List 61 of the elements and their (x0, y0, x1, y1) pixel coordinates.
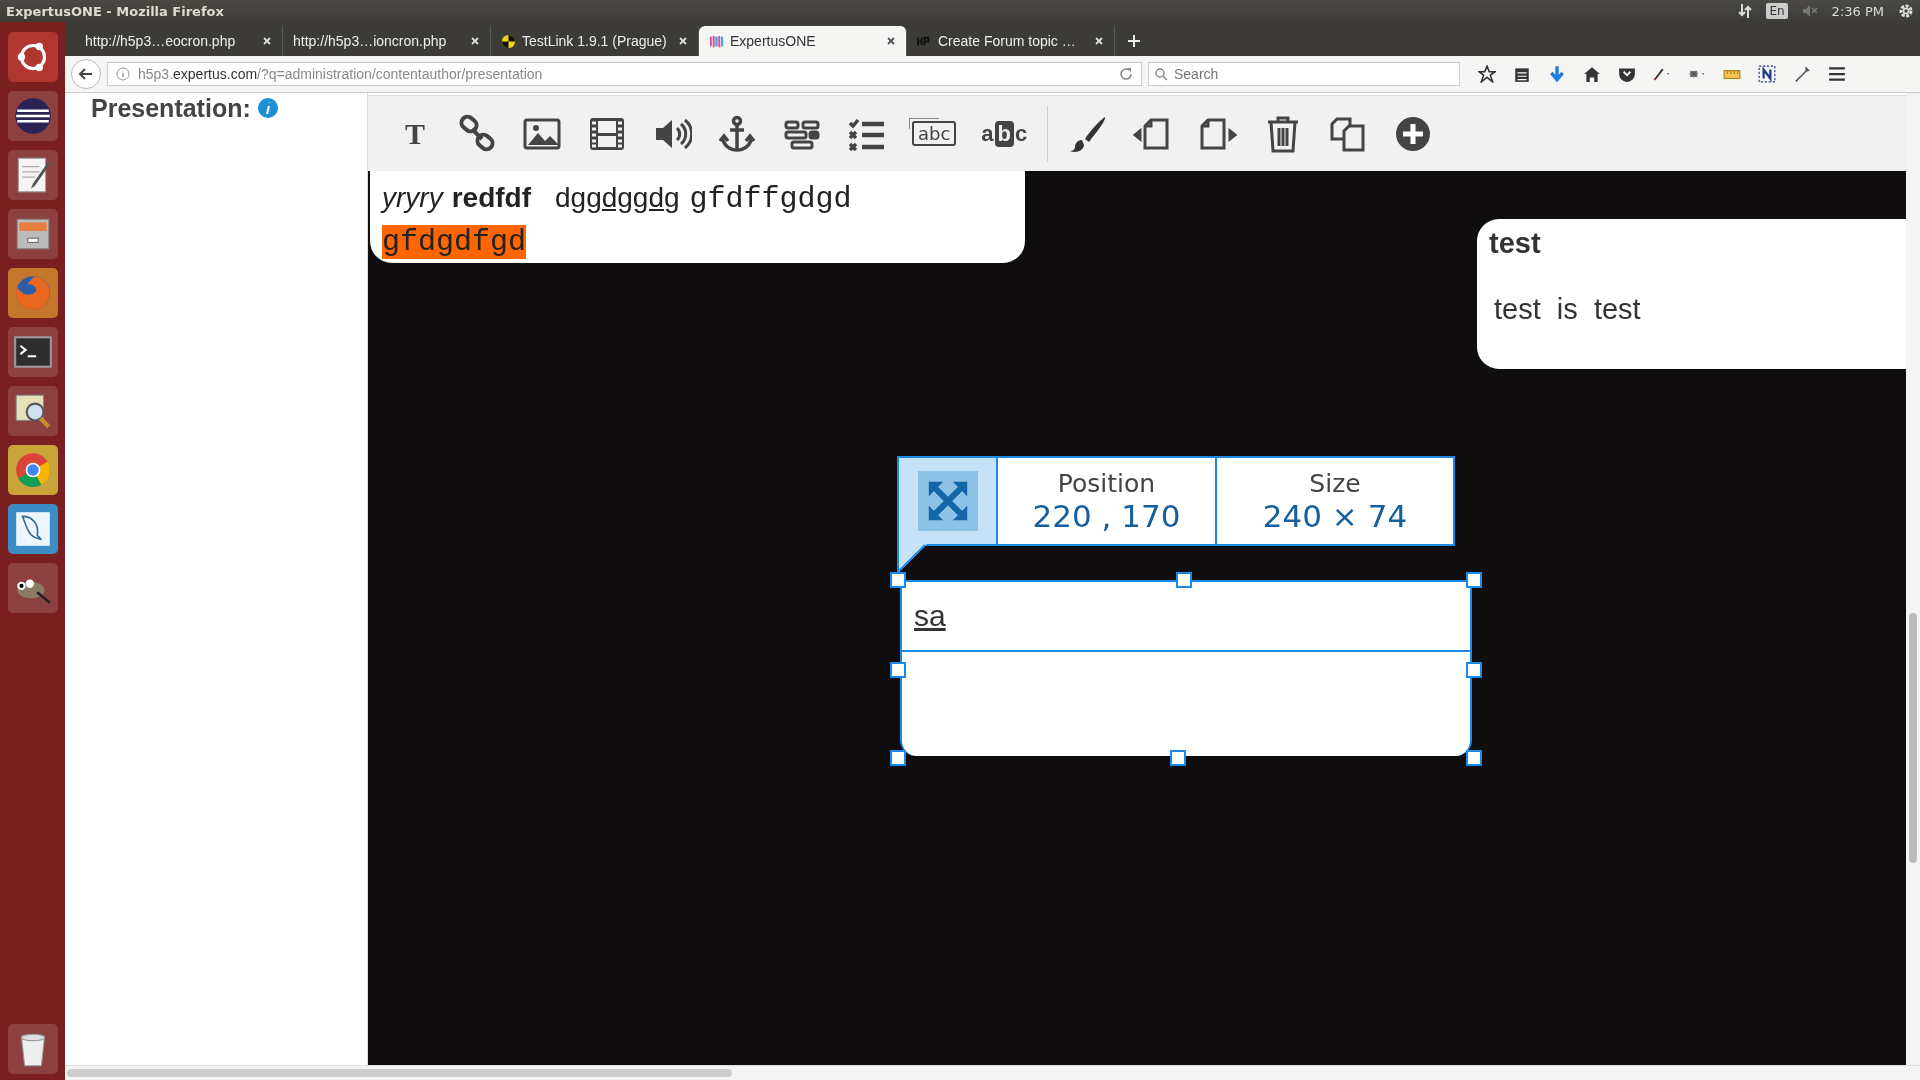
close-icon[interactable] (886, 36, 896, 46)
resize-handle[interactable] (1466, 572, 1482, 588)
dropper-icon[interactable] (1793, 65, 1811, 83)
magnifier-icon[interactable] (7, 386, 58, 436)
text-content: yryry redfdf dggdggdg gfdffgdgd gfdgdfgd (382, 181, 853, 261)
page-title: Presentation: (91, 93, 251, 123)
search-field[interactable]: Search (1148, 62, 1460, 86)
element-text: sa (914, 599, 946, 633)
drawer-icon[interactable] (7, 209, 58, 259)
reload-icon[interactable] (1119, 67, 1133, 81)
resize-handle[interactable] (1170, 750, 1186, 766)
resize-handle[interactable] (1466, 662, 1482, 678)
resize-handle[interactable] (1176, 572, 1192, 588)
resize-handle[interactable] (890, 662, 906, 678)
notepad-icon[interactable] (7, 150, 58, 200)
bars-icon (709, 33, 724, 49)
text-input-area[interactable]: sa (900, 580, 1472, 652)
menu-icon[interactable] (1828, 65, 1846, 83)
resize-handle[interactable] (890, 750, 906, 766)
disc-icon (501, 33, 516, 49)
note-text: test is test (1493, 293, 1642, 326)
position-value: 220 , 170 (1032, 497, 1181, 534)
note-title: test (1489, 226, 1542, 261)
selected-text-element[interactable]: sa (900, 582, 1472, 756)
resize-handle[interactable] (1466, 750, 1482, 766)
star-icon[interactable] (1478, 65, 1496, 83)
address-field[interactable]: h5p3.expertus.com/?q=administration/contentauthor/presentation (107, 62, 1142, 86)
download-arrow-icon[interactable] (1548, 65, 1566, 83)
selection-n-icon[interactable] (1758, 65, 1776, 83)
url-text: h5p3.expertus.com/?q=administration/contentauthor/presentation (138, 66, 543, 82)
text-element[interactable]: yryry redfdf dggdggdg gfdffgdgd gfdgdfgd (370, 171, 1025, 263)
terminal-icon[interactable] (7, 327, 58, 377)
position-label: Position (1057, 468, 1156, 498)
size-value: 240 × 74 (1262, 497, 1408, 534)
resize-handle[interactable] (890, 572, 906, 588)
back-arrow-icon (78, 66, 94, 82)
info-icon[interactable] (256, 97, 279, 119)
size-label: Size (1309, 468, 1361, 498)
browser-tab[interactable]: ExpertusONE (699, 26, 907, 56)
window-title: ExpertusONE - Mozilla Firefox (6, 3, 224, 19)
pocket-icon[interactable] (1618, 65, 1636, 83)
trash-icon[interactable] (7, 1024, 58, 1074)
keyboard-layout[interactable]: En (1766, 3, 1788, 19)
clipboard-icon[interactable] (1513, 65, 1531, 83)
text-element[interactable]: test test is test (1477, 219, 1906, 369)
network-arrows-icon[interactable] (1738, 3, 1753, 19)
gear-icon[interactable] (1898, 3, 1914, 19)
striped-globe-icon[interactable] (7, 91, 58, 141)
plus-icon[interactable] (1127, 34, 1141, 48)
home-icon[interactable] (1583, 65, 1601, 83)
vertical-scrollbar[interactable] (1906, 93, 1920, 1065)
ring-logo-icon[interactable] (7, 445, 58, 495)
expand-arrows-icon[interactable] (917, 471, 978, 531)
fox-globe-icon[interactable] (7, 268, 58, 318)
circle-logo-icon[interactable] (7, 32, 58, 82)
clock[interactable]: 2:36 PM (1831, 3, 1884, 19)
creature-icon[interactable] (7, 563, 58, 613)
horizontal-scrollbar[interactable] (65, 1065, 1920, 1080)
text-tool-button[interactable]: T (398, 111, 432, 156)
speaker-muted-icon[interactable] (1801, 4, 1818, 18)
back-button[interactable] (71, 59, 101, 89)
